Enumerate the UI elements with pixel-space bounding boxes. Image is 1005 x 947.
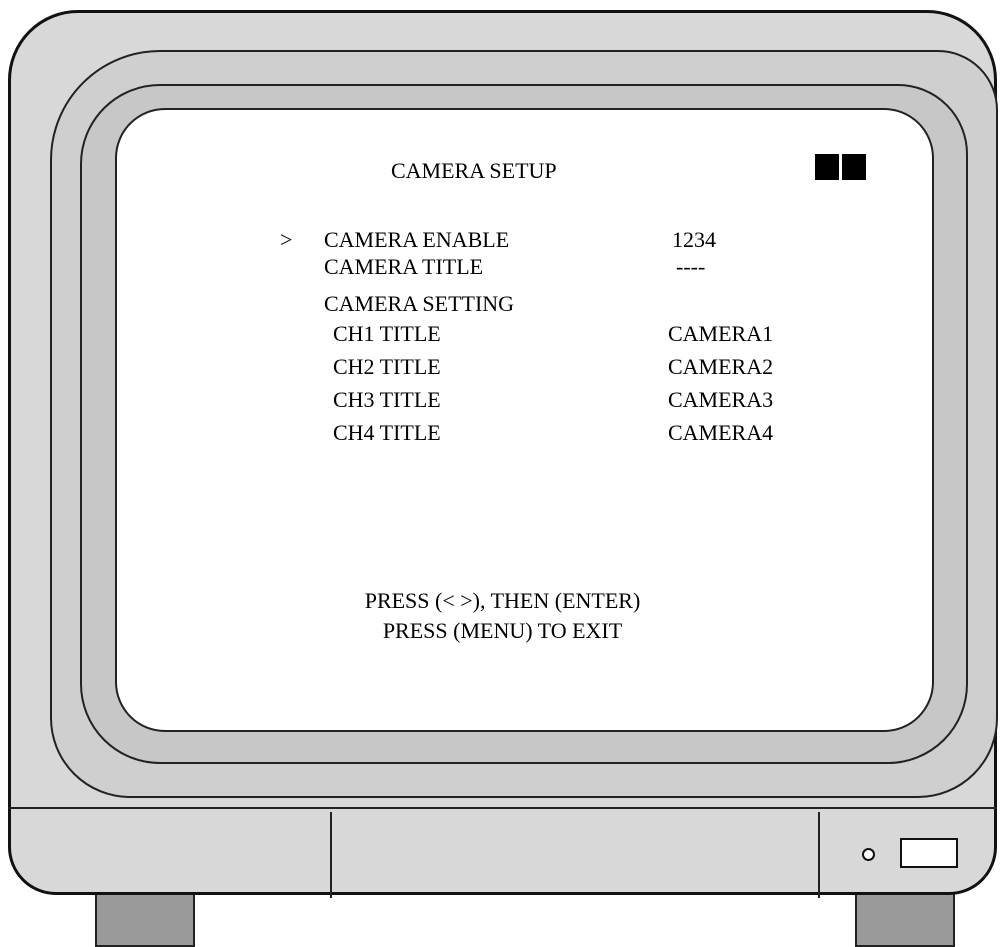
power-button[interactable] [900,838,958,868]
menu-value-ch4-title[interactable]: CAMERA4 [668,420,773,446]
selection-cursor: > [280,227,293,252]
menu-value-ch2-title[interactable]: CAMERA2 [668,354,773,380]
menu-value-camera-enable[interactable]: 1234 [672,227,716,253]
menu-value-ch1-title[interactable]: CAMERA1 [668,321,773,347]
power-led-icon [862,848,875,861]
monitor-foot-right [855,890,955,947]
status-block-icon [842,154,866,180]
menu-item-ch2-title[interactable]: CH2 TITLE [333,354,441,380]
monitor-foot-left [95,890,195,947]
menu-item-camera-enable[interactable]: CAMERA ENABLE [324,227,509,253]
menu-item-ch1-title[interactable]: CH1 TITLE [333,321,441,347]
osd-title: CAMERA SETUP [391,158,557,183]
menu-value-ch3-title[interactable]: CAMERA3 [668,387,773,413]
menu-value-camera-title[interactable]: ---- [676,254,705,280]
status-block-icon [815,154,839,180]
monitor-base-divider [8,807,997,809]
menu-item-ch3-title[interactable]: CH3 TITLE [333,387,441,413]
menu-item-ch4-title[interactable]: CH4 TITLE [333,420,441,446]
monitor-base-separator-left [330,812,332,898]
menu-item-camera-setting[interactable]: CAMERA SETTING [324,291,514,317]
monitor-base-separator-right [818,812,820,898]
menu-item-camera-title[interactable]: CAMERA TITLE [324,254,483,280]
osd-hint-exit: PRESS (MENU) TO EXIT [382,618,623,643]
osd-hint-navigate: PRESS (< >), THEN (ENTER) [364,588,641,613]
